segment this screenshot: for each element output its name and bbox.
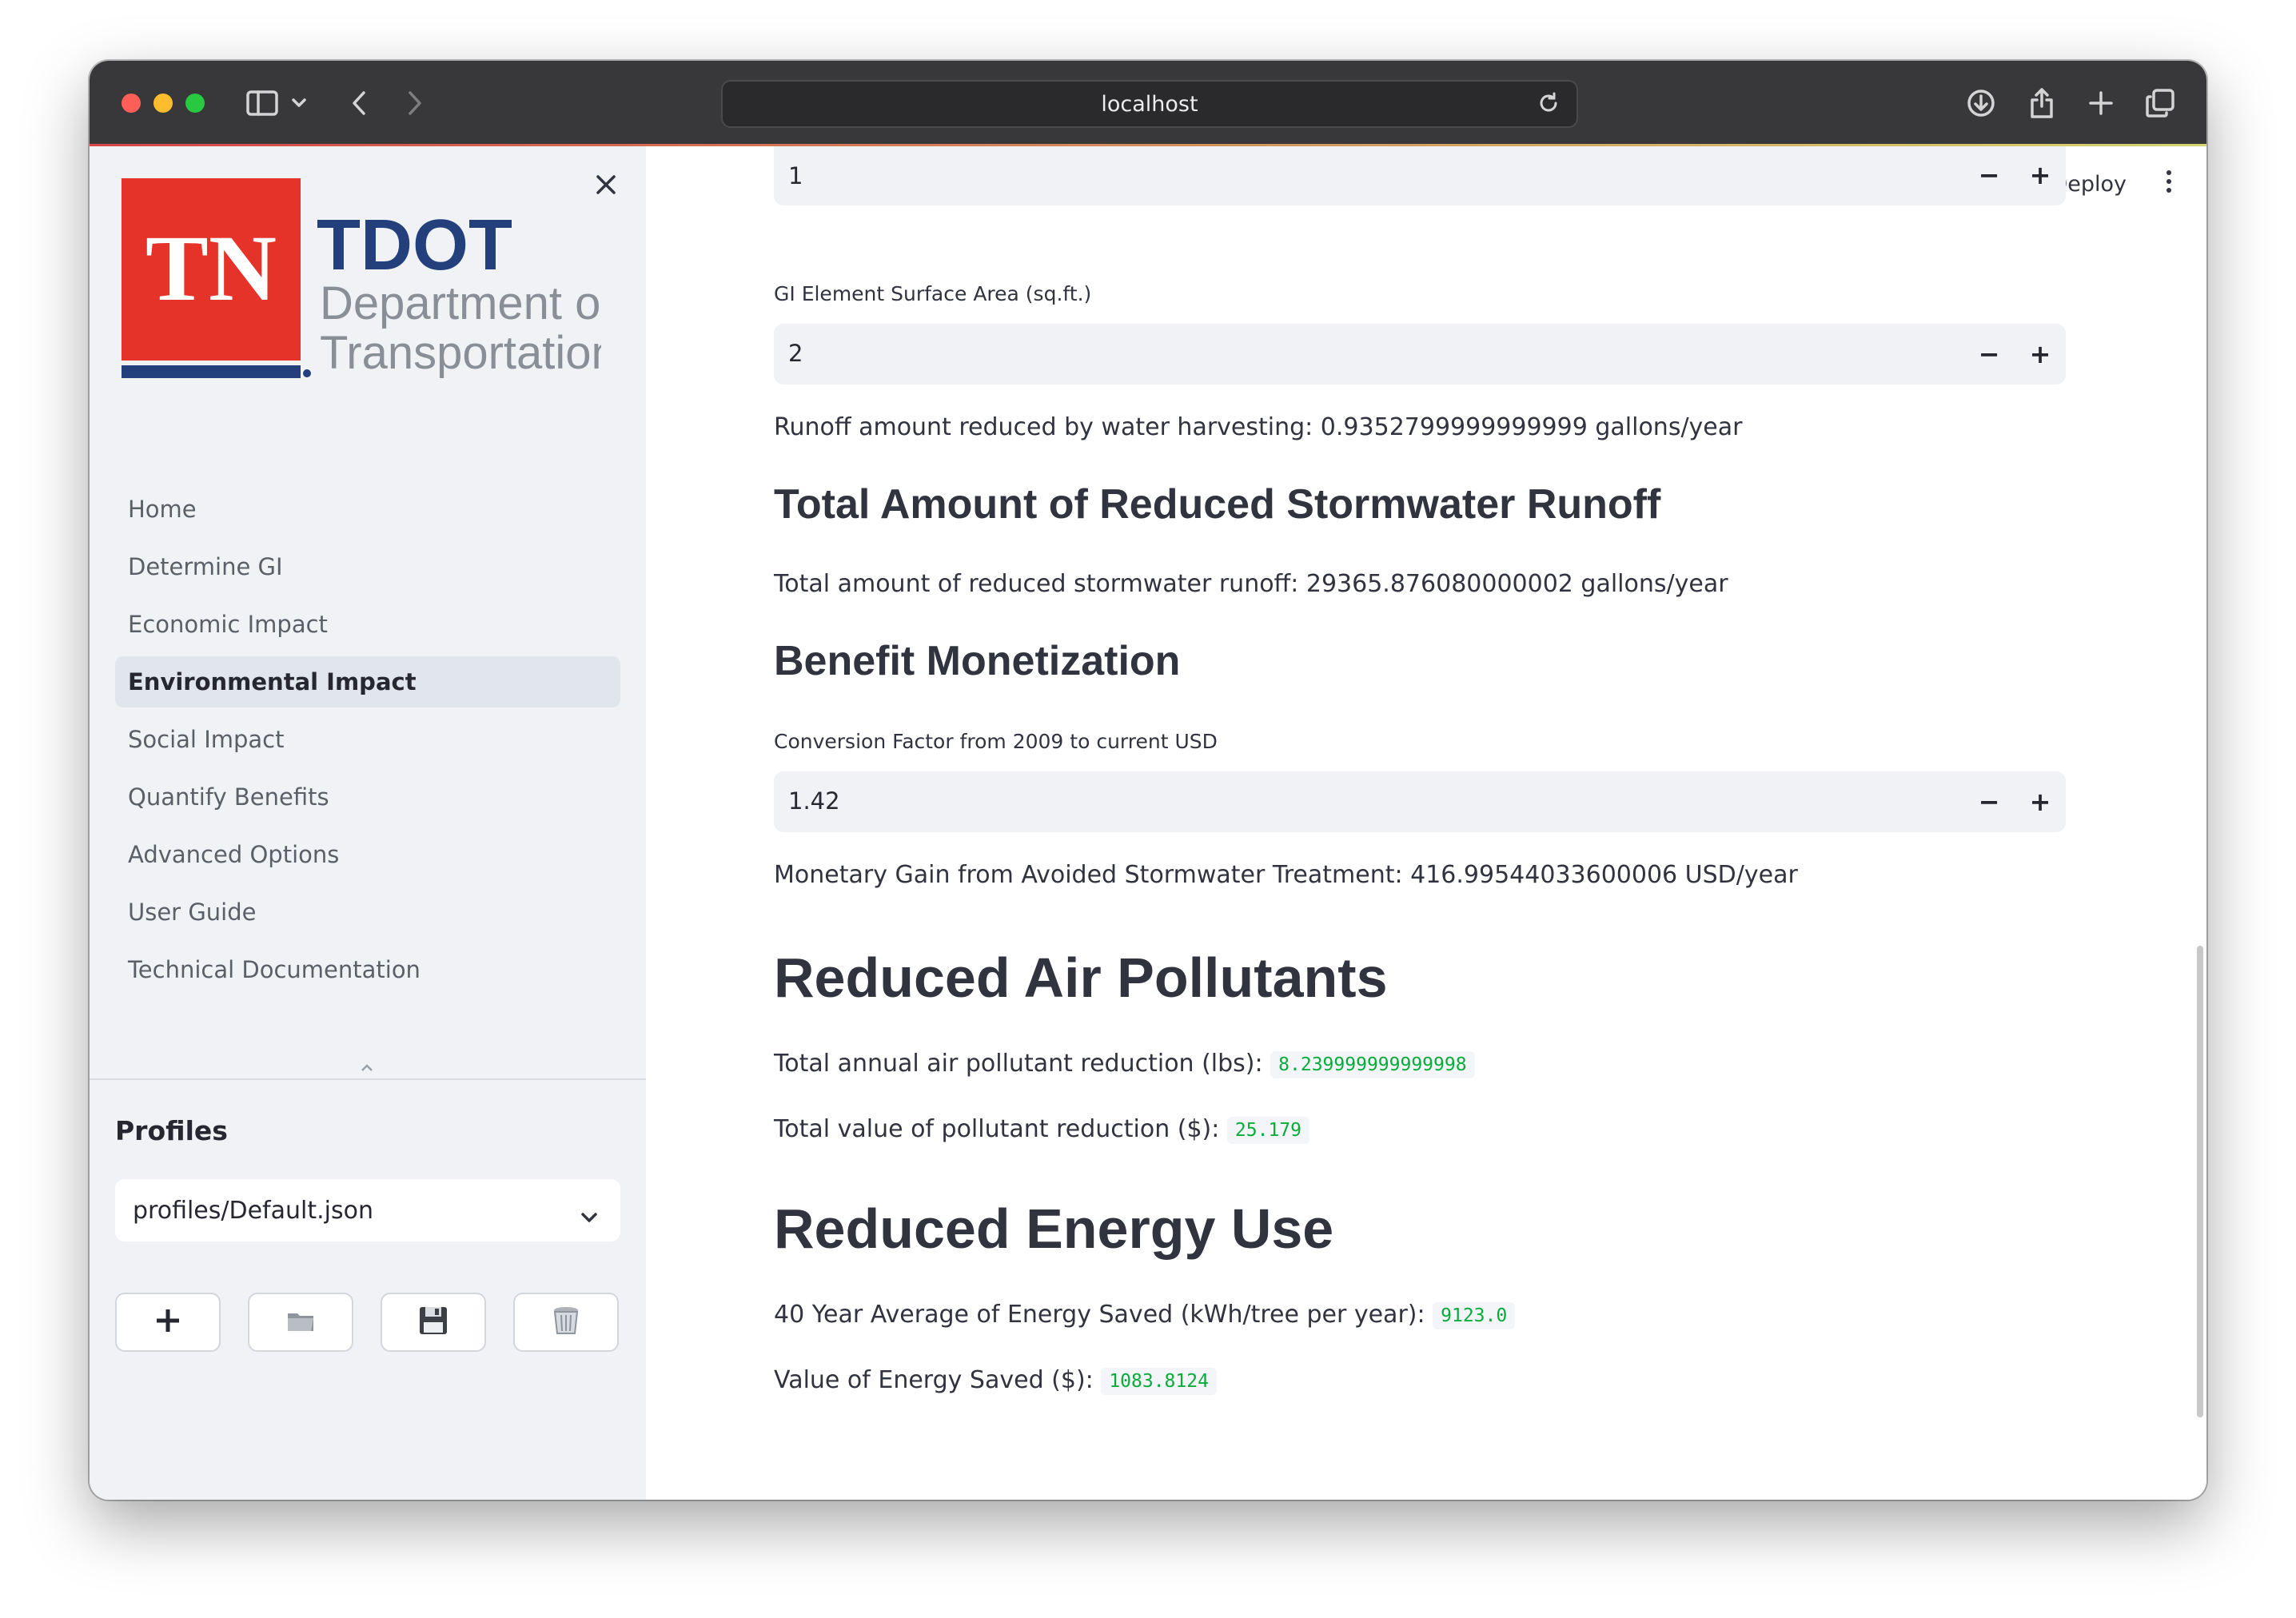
logo-brand-text: TDOT [317, 205, 512, 285]
save-profile-button[interactable] [381, 1293, 486, 1352]
reduced-energy-heading: Reduced Energy Use [774, 1198, 1334, 1260]
energy-avg-value: 9123.0 [1433, 1301, 1516, 1329]
sidebar-item-determine-gi[interactable]: Determine GI [115, 541, 620, 592]
sidebar-item-economic-impact[interactable]: Economic Impact [115, 599, 620, 650]
floppy-disk-icon [417, 1305, 449, 1340]
increment-icon[interactable]: + [2023, 784, 2058, 819]
energy-value-row: Value of Energy Saved ($): 1083.8124 [774, 1366, 1217, 1395]
reload-icon[interactable] [1537, 91, 1561, 121]
main-menu-icon[interactable] [2165, 170, 2173, 197]
forward-arrow-icon[interactable] [403, 85, 427, 122]
minimize-window-button[interactable] [153, 94, 173, 113]
url-text: localhost [1101, 91, 1198, 117]
trash-icon [551, 1305, 581, 1340]
tdot-logo: TN TDOT Department of Transportation [122, 178, 617, 386]
sidebar-item-advanced-options[interactable]: Advanced Options [115, 829, 620, 880]
increment-icon[interactable]: + [2023, 337, 2058, 372]
sidebar-divider [90, 1078, 646, 1080]
total-runoff-heading: Total Amount of Reduced Stormwater Runof… [774, 481, 1661, 528]
logo-line2-text: Transportation [320, 327, 601, 379]
sidebar: TN TDOT Department of Transportation Hom… [90, 146, 646, 1500]
conversion-factor-input[interactable]: 1.42 − + [774, 771, 2066, 832]
conversion-factor-value[interactable]: 1.42 [788, 787, 840, 815]
new-profile-button[interactable] [115, 1293, 221, 1352]
air-reduction-value: 8.239999999999998 [1270, 1050, 1475, 1078]
main-content: Deploy 1 − + GI Element Surface Area (sq… [646, 146, 2206, 1500]
profile-select[interactable]: profiles/Default.json [115, 1179, 620, 1241]
conversion-factor-label: Conversion Factor from 2009 to current U… [774, 730, 1218, 753]
air-value-label: Total value of pollutant reduction ($): [774, 1115, 1220, 1143]
air-value-value: 25.179 [1226, 1116, 1309, 1144]
decrement-icon[interactable]: − [1971, 784, 2007, 819]
new-tab-icon[interactable] [2083, 85, 2119, 122]
gi-area-value[interactable]: 2 [788, 340, 803, 367]
browser-window: localhost TN TDOT Department of Transpor… [90, 61, 2206, 1500]
reduced-air-pollutants-heading: Reduced Air Pollutants [774, 946, 1388, 1009]
gi-area-input[interactable]: 2 − + [774, 324, 2066, 385]
air-value-row: Total value of pollutant reduction ($): … [774, 1115, 1309, 1144]
share-icon[interactable] [2024, 85, 2059, 122]
sidebar-item-social-impact[interactable]: Social Impact [115, 714, 620, 765]
runoff-harvest-text: Runoff amount reduced by water harvestin… [774, 413, 1743, 441]
profiles-heading: Profiles [115, 1115, 228, 1146]
back-arrow-icon[interactable] [347, 85, 371, 122]
energy-avg-row: 40 Year Average of Energy Saved (kWh/tre… [774, 1301, 1516, 1329]
sidebar-item-home[interactable]: Home [115, 484, 620, 535]
collapse-nav-icon[interactable] [360, 1058, 374, 1077]
number-input-top-value[interactable]: 1 [788, 162, 803, 189]
benefit-monetization-heading: Benefit Monetization [774, 638, 1181, 684]
profile-actions [115, 1293, 620, 1355]
sidebar-item-technical-documentation[interactable]: Technical Documentation [115, 944, 620, 995]
zoom-window-button[interactable] [185, 94, 205, 113]
folder-icon [285, 1307, 317, 1337]
delete-profile-button[interactable] [513, 1293, 619, 1352]
close-window-button[interactable] [122, 94, 141, 113]
chevron-down-icon[interactable] [289, 85, 309, 122]
sidebar-item-user-guide[interactable]: User Guide [115, 887, 620, 938]
profile-select-value: profiles/Default.json [133, 1196, 373, 1225]
browser-titlebar: localhost [90, 61, 2206, 147]
chevron-down-icon [580, 1202, 598, 1229]
sidebar-item-environmental-impact[interactable]: Environmental Impact [115, 656, 620, 707]
sidebar-toggle-icon[interactable] [245, 85, 280, 122]
decrement-icon[interactable]: − [1971, 157, 2007, 193]
logo-mark-text: TN [145, 216, 277, 321]
sidebar-nav: Home Determine GI Economic Impact Enviro… [115, 484, 620, 1002]
address-bar[interactable]: localhost [721, 80, 1578, 128]
logo-line1-text: Department of [320, 277, 601, 329]
tab-overview-icon[interactable] [2143, 85, 2178, 122]
sidebar-item-quantify-benefits[interactable]: Quantify Benefits [115, 771, 620, 823]
number-input-top[interactable]: 1 − + [774, 146, 2066, 205]
energy-avg-label: 40 Year Average of Energy Saved (kWh/tre… [774, 1301, 1425, 1329]
total-runoff-text: Total amount of reduced stormwater runof… [774, 570, 1728, 598]
open-profile-button[interactable] [248, 1293, 353, 1352]
increment-icon[interactable]: + [2023, 157, 2058, 193]
energy-value-label: Value of Energy Saved ($): [774, 1366, 1094, 1394]
download-icon[interactable] [1963, 85, 1999, 122]
monetary-gain-text: Monetary Gain from Avoided Stormwater Tr… [774, 861, 1798, 889]
energy-value-value: 1083.8124 [1101, 1367, 1217, 1395]
air-reduction-row: Total annual air pollutant reduction (lb… [774, 1050, 1475, 1078]
air-reduction-label: Total annual air pollutant reduction (lb… [774, 1050, 1263, 1078]
decrement-icon[interactable]: − [1971, 337, 2007, 372]
plus-icon [154, 1307, 181, 1337]
gi-area-label: GI Element Surface Area (sq.ft.) [774, 282, 1092, 305]
page-scrollbar[interactable] [2197, 946, 2203, 1417]
